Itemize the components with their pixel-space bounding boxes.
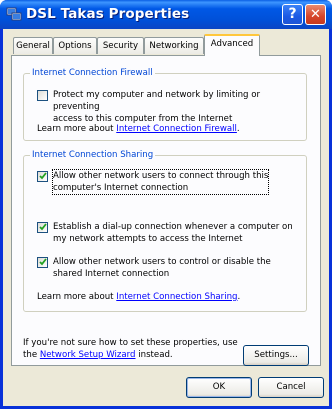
- dialup-label: Establish a dial-up connection whenever …: [53, 222, 293, 244]
- tab-networking[interactable]: Networking: [144, 37, 204, 54]
- allow-connect-label: Allow other network users to connect thr…: [51, 169, 270, 195]
- protect-label: Protect my computer and network by limit…: [53, 90, 261, 124]
- tab-general[interactable]: General: [13, 37, 53, 54]
- properties-dialog: DSL Takas Properties ? ✕ General Options…: [0, 0, 332, 409]
- tab-security[interactable]: Security: [97, 37, 144, 54]
- help-button[interactable]: ?: [282, 4, 303, 25]
- sharing-learn-more: Learn more about Internet Connection Sha…: [37, 292, 241, 302]
- ok-button[interactable]: OK: [186, 377, 252, 398]
- settings-button[interactable]: Settings...: [243, 345, 309, 366]
- control-checkbox[interactable]: [37, 257, 48, 268]
- wizard-hint: If you're not sure how to set these prop…: [23, 338, 238, 360]
- tab-options[interactable]: Options: [53, 37, 97, 54]
- tab-advanced[interactable]: Advanced: [204, 34, 260, 56]
- checkmark-icon: [39, 223, 47, 231]
- sharing-group-title: Internet Connection Sharing: [30, 150, 156, 160]
- firewall-learn-more: Learn more about Internet Connection Fir…: [37, 124, 240, 134]
- dialup-checkbox[interactable]: [37, 222, 48, 233]
- network-connection-icon: [6, 7, 22, 21]
- checkmark-icon: [39, 172, 47, 180]
- firewall-group: Internet Connection Firewall Protect my …: [23, 68, 307, 141]
- close-button[interactable]: ✕: [305, 4, 326, 25]
- allow-connect-checkbox-row[interactable]: Allow other network users to connect thr…: [37, 169, 305, 196]
- control-label: Allow other network users to control or …: [53, 257, 271, 279]
- cancel-button[interactable]: Cancel: [258, 377, 324, 398]
- protect-checkbox[interactable]: [37, 90, 48, 101]
- protect-checkbox-row[interactable]: Protect my computer and network by limit…: [37, 89, 305, 124]
- title-bar[interactable]: DSL Takas Properties ? ✕: [0, 0, 332, 29]
- allow-connect-checkbox[interactable]: [37, 171, 48, 182]
- sharing-group: Internet Connection Sharing Allow other …: [23, 150, 307, 312]
- dialup-checkbox-row[interactable]: Establish a dial-up connection whenever …: [37, 221, 305, 247]
- window-title: DSL Takas Properties: [26, 6, 190, 22]
- sharing-help-link[interactable]: Internet Connection Sharing: [116, 292, 237, 302]
- firewall-help-link[interactable]: Internet Connection Firewall: [116, 124, 237, 134]
- checkmark-icon: [39, 258, 47, 266]
- firewall-group-title: Internet Connection Firewall: [30, 68, 155, 78]
- advanced-panel: Internet Connection Firewall Protect my …: [11, 55, 321, 366]
- close-icon: ✕: [310, 7, 321, 22]
- control-checkbox-row[interactable]: Allow other network users to control or …: [37, 256, 305, 282]
- network-setup-wizard-link[interactable]: Network Setup Wizard: [40, 350, 136, 360]
